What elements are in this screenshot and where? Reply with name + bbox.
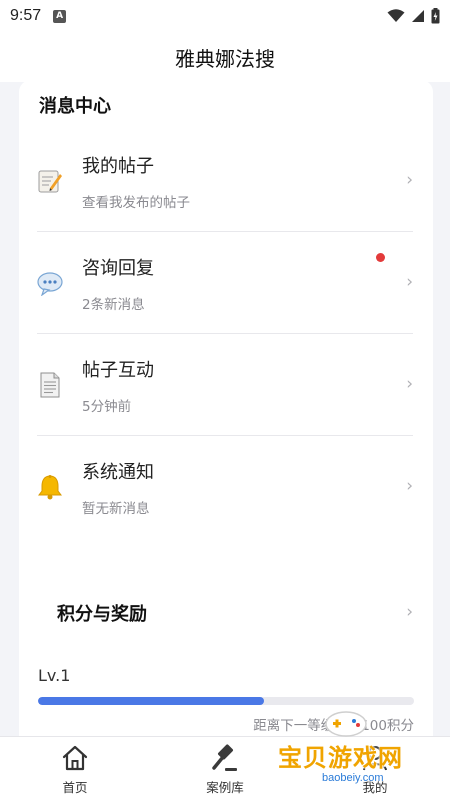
notification-a-icon: A [53,9,67,23]
list-item-subtitle: 查看我发布的帖子 [82,195,190,211]
list-item-title: 系统通知 [82,462,154,483]
message-center-title: 消息中心 [39,96,111,117]
wifi-icon [387,9,405,22]
speech-bubble-icon [37,272,63,296]
list-item-subtitle: 暂无新消息 [82,501,150,517]
list-item-system-notice[interactable]: 系统通知 暂无新消息 › [37,436,413,538]
home-icon [62,745,88,771]
gamepad-icon [325,711,367,737]
message-center-card: 消息中心 我的帖子 查看我发布的帖子 › 咨询回复 2条新消息 › 帖子互动 5… [19,82,433,628]
level-progress-fill [38,697,264,705]
bell-icon [38,475,62,500]
chevron-right-icon: › [406,272,413,292]
document-icon [40,372,60,398]
app-header: 雅典娜法搜 [0,32,450,82]
chevron-right-icon: › [406,170,413,190]
list-item-post-interactions[interactable]: 帖子互动 5分钟前 › [37,334,413,436]
page-title: 雅典娜法搜 [175,46,275,71]
chevron-right-icon: › [406,374,413,394]
rewards-title: 积分与奖励 [57,604,147,625]
gavel-icon [212,744,237,771]
list-item-subtitle: 5分钟前 [82,399,132,415]
tab-case-library[interactable]: 案例库 [180,743,270,796]
watermark-text: 宝贝游戏网 [278,744,403,772]
tab-home[interactable]: 首页 [30,743,120,796]
list-item-title: 咨询回复 [82,258,154,279]
watermark-url: baobeiy.com [322,772,384,784]
list-item-consult-replies[interactable]: 咨询回复 2条新消息 › [37,232,413,334]
status-icons [387,8,440,24]
chevron-right-icon: › [406,602,413,622]
battery-icon [431,8,440,24]
tab-label: 首页 [62,780,88,795]
scroll-content[interactable]: 消息中心 我的帖子 查看我发布的帖子 › 咨询回复 2条新消息 › 帖子互动 5… [0,82,450,736]
unread-badge [376,253,385,262]
list-item-subtitle: 2条新消息 [82,297,145,313]
status-bar: 9:57 A [0,0,450,32]
watermark-logo: 宝贝游戏网 baobeiy.com [272,700,442,790]
chevron-right-icon: › [406,476,413,496]
level-label: Lv.1 [38,666,71,685]
list-item-title: 我的帖子 [82,156,154,177]
list-item-title: 帖子互动 [82,360,154,381]
memo-icon [38,170,62,193]
tab-label: 案例库 [206,780,244,795]
status-time: 9:57 [10,7,42,24]
signal-icon [412,10,424,22]
list-item-my-posts[interactable]: 我的帖子 查看我发布的帖子 › [37,130,413,232]
